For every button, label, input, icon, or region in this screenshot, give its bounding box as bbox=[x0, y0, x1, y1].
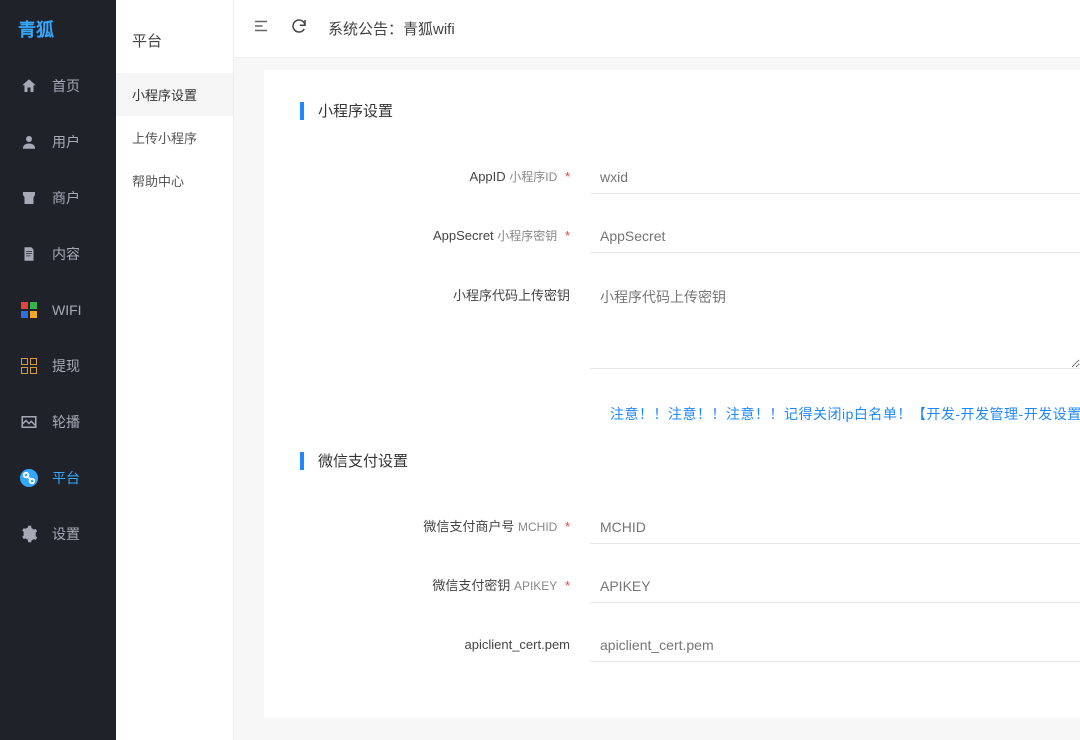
required-marker: * bbox=[565, 169, 570, 184]
notice-prefix: 系统公告： bbox=[328, 21, 403, 38]
brand-logo: 青狐 bbox=[0, 0, 116, 58]
sidebar-item-wifi[interactable]: WIFI bbox=[0, 282, 116, 338]
subnav-item-miniapp-settings[interactable]: 小程序设置 bbox=[116, 73, 233, 116]
sidebar-item-label: WIFI bbox=[52, 302, 82, 318]
sidebar-item-label: 平台 bbox=[52, 468, 80, 488]
store-icon bbox=[20, 189, 38, 207]
user-icon bbox=[20, 133, 38, 151]
sidebar-item-label: 首页 bbox=[52, 76, 80, 96]
required-marker: * bbox=[565, 519, 570, 534]
section-accent-bar bbox=[300, 102, 304, 120]
sidebar-item-user[interactable]: 用户 bbox=[0, 114, 116, 170]
refresh-button[interactable] bbox=[290, 17, 308, 40]
platform-icon bbox=[20, 469, 38, 487]
required-marker: * bbox=[565, 578, 570, 593]
label-appsecret: AppSecret 小程序密钥 * bbox=[300, 227, 590, 245]
home-icon bbox=[20, 77, 38, 95]
sidebar-item-label: 内容 bbox=[52, 244, 80, 264]
section-header-miniapp: 小程序设置 bbox=[300, 100, 1080, 121]
input-apikey[interactable] bbox=[590, 570, 1080, 603]
document-icon bbox=[20, 245, 38, 263]
sub-sidebar-title: 平台 bbox=[116, 0, 233, 73]
required-marker: * bbox=[565, 228, 570, 243]
collapse-menu-button[interactable] bbox=[252, 17, 270, 40]
settings-card: 小程序设置 AppID 小程序ID * AppSecret 小程序密 bbox=[264, 70, 1080, 718]
topbar: 系统公告：青狐wifi bbox=[234, 0, 1080, 58]
label-apiclient-cert: apiclient_cert.pem bbox=[300, 636, 590, 654]
sidebar-item-label: 提现 bbox=[52, 356, 80, 376]
sub-sidebar: 平台 小程序设置 上传小程序 帮助中心 bbox=[116, 0, 234, 740]
sidebar-item-platform[interactable]: 平台 bbox=[0, 450, 116, 506]
input-mchid[interactable] bbox=[590, 511, 1080, 544]
label-appid: AppID 小程序ID * bbox=[300, 168, 590, 186]
sidebar-nav: 青狐 首页 用户 商户 内容 bbox=[0, 0, 116, 740]
section-header-wxpay: 微信支付设置 bbox=[300, 450, 1080, 471]
input-apiclient-cert[interactable] bbox=[590, 629, 1080, 662]
section-accent-bar bbox=[300, 452, 304, 470]
system-notice: 系统公告：青狐wifi bbox=[328, 18, 455, 39]
sidebar-item-merchant[interactable]: 商户 bbox=[0, 170, 116, 226]
sidebar-item-settings[interactable]: 设置 bbox=[0, 506, 116, 562]
sidebar-item-label: 设置 bbox=[52, 524, 80, 544]
sidebar-item-withdraw[interactable]: 提现 bbox=[0, 338, 116, 394]
label-apikey: 微信支付密钥 APIKEY * bbox=[300, 577, 590, 595]
label-mchid: 微信支付商户号 MCHID * bbox=[300, 518, 590, 536]
sidebar-item-content[interactable]: 内容 bbox=[0, 226, 116, 282]
subnav-item-help-center[interactable]: 帮助中心 bbox=[116, 159, 233, 202]
gear-icon bbox=[20, 525, 38, 543]
sidebar-item-label: 用户 bbox=[52, 132, 80, 152]
subnav-item-upload-miniapp[interactable]: 上传小程序 bbox=[116, 116, 233, 159]
sidebar-item-home[interactable]: 首页 bbox=[0, 58, 116, 114]
input-appid[interactable] bbox=[590, 161, 1080, 194]
ip-whitelist-warning: 注意！！注意！！注意！！记得关闭ip白名单！【开发-开发管理-开发设置-小程序代 bbox=[300, 398, 1080, 450]
textarea-code-upload-key[interactable] bbox=[590, 279, 1080, 369]
input-appsecret[interactable] bbox=[590, 220, 1080, 253]
image-icon bbox=[20, 413, 38, 431]
section-title: 小程序设置 bbox=[318, 100, 393, 121]
sidebar-item-carousel[interactable]: 轮播 bbox=[0, 394, 116, 450]
label-code-upload-key: 小程序代码上传密钥 bbox=[300, 279, 590, 305]
grid-icon bbox=[20, 357, 38, 375]
notice-text: 青狐wifi bbox=[403, 21, 455, 38]
wifi-icon bbox=[20, 301, 38, 319]
section-title: 微信支付设置 bbox=[318, 450, 408, 471]
sidebar-item-label: 商户 bbox=[52, 188, 80, 208]
sidebar-item-label: 轮播 bbox=[52, 412, 80, 432]
